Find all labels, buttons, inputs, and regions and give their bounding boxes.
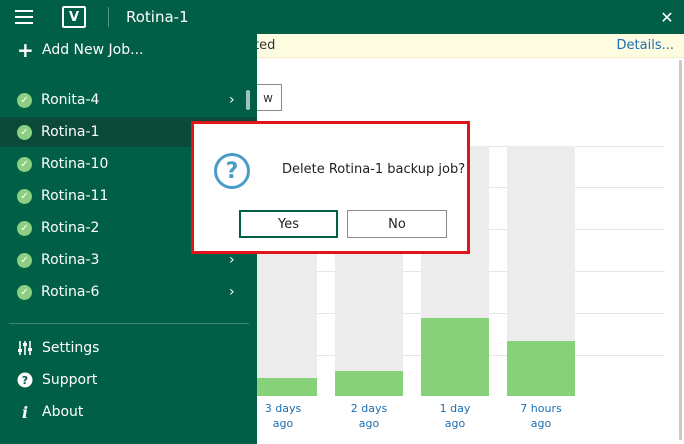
support-label: Support	[42, 372, 98, 388]
svg-text:?: ?	[22, 374, 28, 387]
job-label: Ronita-4	[41, 92, 100, 108]
sidebar-item-job[interactable]: ✓ Rotina-6 ›	[0, 277, 257, 307]
help-icon: ?	[17, 372, 33, 388]
chart-bar-label[interactable]: 2 days ago	[333, 401, 405, 431]
sidebar-divider	[9, 323, 249, 324]
success-check-icon: ✓	[17, 188, 32, 204]
job-label: Rotina-10	[41, 156, 109, 172]
sidebar-item-settings[interactable]: Settings	[0, 333, 257, 363]
sidebar-item-support[interactable]: ? Support	[0, 365, 257, 395]
job-label: Rotina-6	[41, 284, 100, 300]
chart-bar[interactable]	[249, 378, 317, 396]
plus-icon: +	[17, 38, 34, 62]
dialog-message: Delete Rotina-1 backup job?	[282, 162, 466, 177]
success-check-icon: ✓	[17, 284, 32, 300]
yes-button[interactable]: Yes	[239, 210, 338, 238]
job-label: Rotina-1	[41, 124, 100, 140]
success-check-icon: ✓	[17, 124, 32, 140]
job-label: Rotina-11	[41, 188, 109, 204]
success-check-icon: ✓	[17, 252, 32, 268]
chevron-right-icon: ›	[229, 252, 235, 268]
chevron-right-icon: ›	[229, 284, 235, 300]
success-check-icon: ✓	[17, 156, 32, 172]
success-check-icon: ✓	[17, 220, 32, 236]
sidebar-item-job[interactable]: ✓ Ronita-4 ›	[0, 85, 257, 115]
chevron-right-icon: ›	[229, 92, 235, 108]
chart-bar-label[interactable]: 7 hours ago	[505, 401, 577, 431]
chart-bar-label[interactable]: 3 days ago	[247, 401, 319, 431]
job-label: Rotina-2	[41, 220, 100, 236]
job-label: Rotina-3	[41, 252, 100, 268]
success-check-icon: ✓	[17, 92, 32, 108]
no-button[interactable]: No	[347, 210, 447, 238]
about-label: About	[42, 404, 84, 420]
add-new-job-button[interactable]: + Add New Job...	[0, 35, 257, 65]
sidebar-item-about[interactable]: i About	[0, 397, 257, 427]
chart-bar[interactable]	[421, 318, 489, 396]
chart-bar[interactable]	[335, 371, 403, 396]
chart-bar-label[interactable]: 1 day ago	[419, 401, 491, 431]
scrollbar-thumb[interactable]	[679, 60, 682, 440]
chart-bar[interactable]	[507, 341, 575, 396]
info-icon: i	[17, 404, 33, 420]
settings-sliders-icon	[17, 340, 33, 356]
question-icon: ?	[214, 153, 250, 189]
add-new-job-label: Add New Job...	[42, 42, 144, 58]
settings-label: Settings	[42, 340, 100, 356]
main-scrollbar[interactable]	[679, 60, 682, 440]
delete-confirmation-dialog: ? Delete Rotina-1 backup job? Yes No	[191, 121, 470, 254]
svg-text:i: i	[22, 404, 28, 420]
